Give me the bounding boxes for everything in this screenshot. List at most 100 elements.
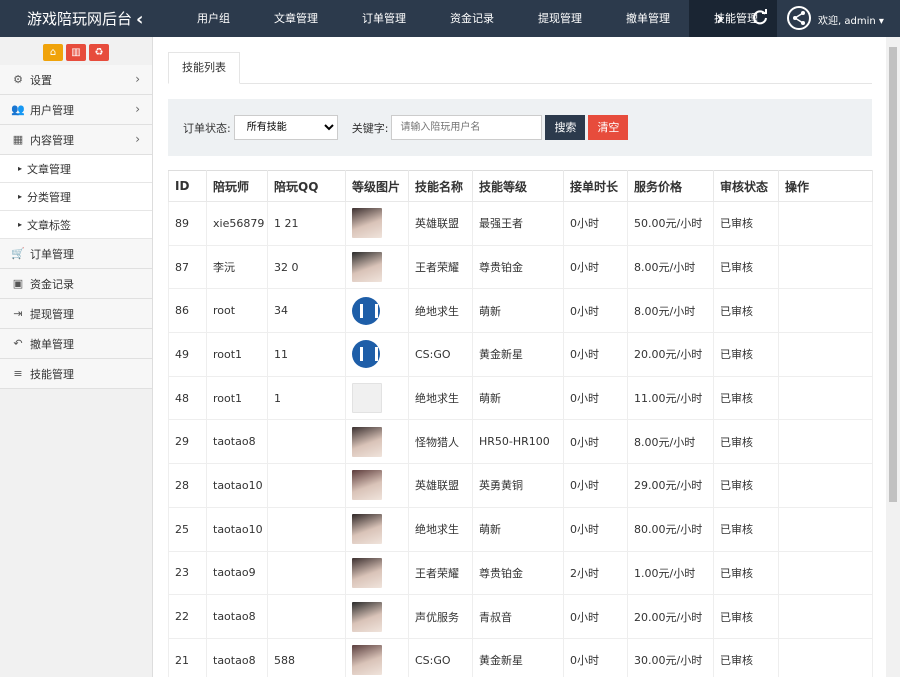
cell-status: 已审核 — [713, 288, 779, 334]
cell-skill: CS:GO — [408, 332, 473, 377]
sidebar-subitem[interactable]: ▸ 文章标签 — [0, 211, 152, 239]
table-row: 25 taotao10 绝地求生 萌新 0小时 80.00元/小时 已审核 — [168, 506, 873, 552]
home-icon[interactable]: ⌂ — [43, 43, 63, 61]
cell-hours: 0小时 — [563, 506, 628, 552]
cell-status: 已审核 — [713, 201, 779, 246]
status-select[interactable]: 所有技能 — [233, 115, 338, 140]
table-row: 23 taotao9 王者荣耀 尊贵铂金 2小时 1.00元/小时 已审核 — [168, 550, 873, 596]
refresh-icon[interactable] — [752, 9, 768, 25]
status-label: 订单状态: — [183, 121, 231, 135]
tab-bar: 技能列表 — [168, 37, 872, 84]
avatar-photo — [352, 252, 382, 283]
cell-status: 已审核 — [713, 244, 779, 290]
cell-id: 86 — [168, 288, 207, 334]
level-image-cell — [345, 463, 409, 508]
sidebar-item[interactable]: ▦ 内容管理 › — [0, 125, 152, 155]
cell-id: 25 — [168, 506, 207, 552]
sidebar-subitem[interactable]: ▸ 分类管理 — [0, 183, 152, 211]
users-icon: 👥 — [11, 103, 25, 116]
sidebar-subitem[interactable]: ▸ 文章管理 — [0, 155, 152, 183]
cell-level: 英勇黄铜 — [472, 463, 564, 508]
cell-id: 28 — [168, 463, 207, 508]
cell-player: root1 — [206, 332, 268, 377]
cell-id: 87 — [168, 244, 207, 290]
column-header: 陪玩QQ — [267, 170, 346, 202]
column-header: 服务价格 — [627, 170, 714, 202]
sidebar-item[interactable]: 🛒 订单管理 — [0, 239, 152, 269]
recycle-icon[interactable]: ♻ — [89, 43, 109, 61]
rank-logo-image — [352, 340, 380, 369]
chevron-right-icon[interactable]: › — [716, 8, 723, 29]
column-header: 技能名称 — [408, 170, 473, 202]
sidebar-item[interactable]: 👥 用户管理 › — [0, 95, 152, 125]
nav-tab[interactable]: 提现管理 — [513, 0, 601, 37]
cell-skill: 英雄联盟 — [408, 201, 473, 246]
cell-player: taotao9 — [206, 550, 268, 596]
avatar-photo — [352, 601, 382, 632]
cell-id: 21 — [168, 637, 207, 677]
nav-tab[interactable]: 订单管理 — [337, 0, 425, 37]
sidebar-item-label: 撤单管理 — [30, 337, 74, 351]
main-nav: 用户组 文章管理 订单管理 资金记录 提现管理 撤单管理 技能管理 — [172, 0, 777, 37]
sidebar-item[interactable]: ▣ 资金记录 — [0, 269, 152, 299]
chevron-left-icon[interactable]: ‹ — [136, 9, 143, 30]
sidebar-item[interactable]: ↶ 撤单管理 — [0, 329, 152, 359]
cell-hours: 0小时 — [563, 463, 628, 508]
tab-skill-list[interactable]: 技能列表 — [168, 52, 240, 84]
avatar-photo — [352, 208, 382, 239]
operation-cell — [778, 375, 873, 421]
sidebar: ⌂ ▥ ♻ ⚙ 设置 › 👥 用户管理 › ▦ 内容管理 › ▸ 文章管理 ▸ 分类管理 ▸ 文章标签 🛒… — [0, 37, 153, 677]
user-menu[interactable]: 欢迎, admin ▾ — [818, 12, 884, 27]
cell-level: 尊贵铂金 — [472, 550, 564, 596]
cell-hours: 0小时 — [563, 594, 628, 639]
clear-button[interactable]: 清空 — [588, 115, 629, 140]
column-header: ID — [168, 170, 207, 202]
avatar-photo — [352, 426, 382, 457]
nav-tab[interactable]: 文章管理 — [249, 0, 337, 37]
cell-id: 48 — [168, 375, 207, 421]
cell-price: 8.00元/小时 — [627, 419, 714, 465]
scrollbar[interactable] — [886, 37, 900, 677]
sidebar-item-label: 技能管理 — [30, 367, 74, 381]
brand: 游戏陪玩网后台 ‹ — [0, 0, 152, 37]
column-header: 审核状态 — [713, 170, 779, 202]
cell-player: taotao10 — [206, 506, 268, 552]
avatar-photo — [352, 557, 382, 588]
main-content: 技能列表 订单状态: 所有技能 关键字: 搜索 清空 ID陪玩师陪玩QQ等级图片… — [168, 37, 873, 677]
keyword-label: 关键字: — [351, 121, 389, 135]
nav-tab[interactable]: 用户组 — [172, 0, 249, 37]
cart-icon: 🛒 — [11, 247, 25, 260]
trash-icon[interactable]: ▥ — [66, 43, 86, 61]
sidebar-item[interactable]: ⇥ 提现管理 — [0, 299, 152, 329]
avatar[interactable] — [787, 6, 811, 30]
sidebar-item[interactable]: ≡ 技能管理 — [0, 359, 152, 389]
cell-qq — [267, 463, 346, 508]
keyword-input[interactable] — [391, 115, 543, 140]
cell-level: 萌新 — [472, 375, 564, 421]
cell-skill: 英雄联盟 — [408, 463, 473, 508]
sidebar-item-label: 订单管理 — [30, 247, 74, 261]
operation-cell — [778, 463, 873, 508]
cell-price: 80.00元/小时 — [627, 506, 714, 552]
cell-qq — [267, 419, 346, 465]
scrollbar-thumb[interactable] — [889, 47, 897, 502]
column-header: 操作 — [778, 170, 873, 202]
cell-level: 萌新 — [472, 506, 564, 552]
cell-skill: 声优服务 — [408, 594, 473, 639]
nav-tab[interactable]: 撤单管理 — [601, 0, 689, 37]
cell-status: 已审核 — [713, 419, 779, 465]
level-image-cell — [345, 201, 409, 246]
cell-price: 29.00元/小时 — [627, 463, 714, 508]
nav-tab[interactable]: 资金记录 — [425, 0, 513, 37]
cell-player: 李沅 — [206, 244, 268, 290]
gear-icon: ⚙ — [13, 73, 23, 86]
operation-cell — [778, 332, 873, 377]
cell-price: 20.00元/小时 — [627, 594, 714, 639]
cell-price: 8.00元/小时 — [627, 244, 714, 290]
cell-level: 黄金新星 — [472, 332, 564, 377]
cell-skill: CS:GO — [408, 637, 473, 677]
cell-status: 已审核 — [713, 550, 779, 596]
sidebar-item[interactable]: ⚙ 设置 › — [0, 65, 152, 95]
search-button[interactable]: 搜索 — [545, 115, 586, 140]
sidebar-item-label: 设置 — [30, 73, 52, 87]
